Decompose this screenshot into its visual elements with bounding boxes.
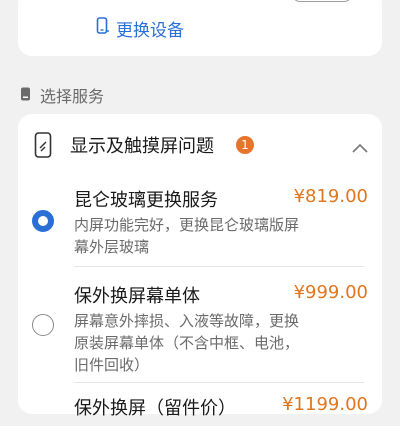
category-title: 显示及触摸屏问题 (70, 136, 214, 157)
service-option-screen-unit[interactable]: 保外换屏幕单体 ¥999.00 屏幕意外摔损、入液等故障，更换原装屏幕单体（不含… (18, 270, 382, 382)
service-option-keep-part[interactable]: 保外换屏（留件价） ¥1199.00 (18, 386, 382, 426)
option-price: ¥819.00 (293, 186, 368, 207)
category-header[interactable]: 显示及触摸屏问题 1 (18, 114, 382, 176)
phone-icon (96, 17, 110, 39)
divider (74, 266, 364, 267)
change-device-link[interactable]: 更换设备 (96, 16, 184, 41)
option-price: ¥1199.00 (282, 394, 368, 415)
option-price: ¥999.00 (293, 282, 368, 303)
radio-unselected[interactable] (32, 314, 54, 336)
option-description: 内屏功能完好，更换昆仑玻璃版屏幕外层玻璃 (74, 216, 300, 256)
section-label: 选择服务 (40, 87, 105, 106)
device-card-button[interactable] (292, 0, 352, 2)
change-device-label: 更换设备 (116, 20, 184, 41)
device-card (18, 0, 382, 56)
section-header: 选择服务 (20, 84, 104, 106)
service-option-kunlun[interactable]: 昆仑玻璃更换服务 ¥819.00 内屏功能完好，更换昆仑玻璃版屏幕外层玻璃 (18, 176, 382, 266)
category-badge: 1 (236, 136, 254, 154)
option-name: 昆仑玻璃更换服务 (74, 190, 218, 211)
screen-icon (34, 132, 52, 162)
divider (74, 382, 364, 383)
chevron-up-icon[interactable] (352, 138, 368, 157)
option-name: 保外换屏幕单体 (74, 286, 200, 307)
option-description: 屏幕意外摔损、入液等故障，更换原装屏幕单体（不含中框、电池，旧件回收） (74, 312, 300, 374)
option-name: 保外换屏（留件价） (74, 398, 236, 419)
phone-icon (20, 86, 32, 105)
radio-selected[interactable] (32, 210, 54, 232)
